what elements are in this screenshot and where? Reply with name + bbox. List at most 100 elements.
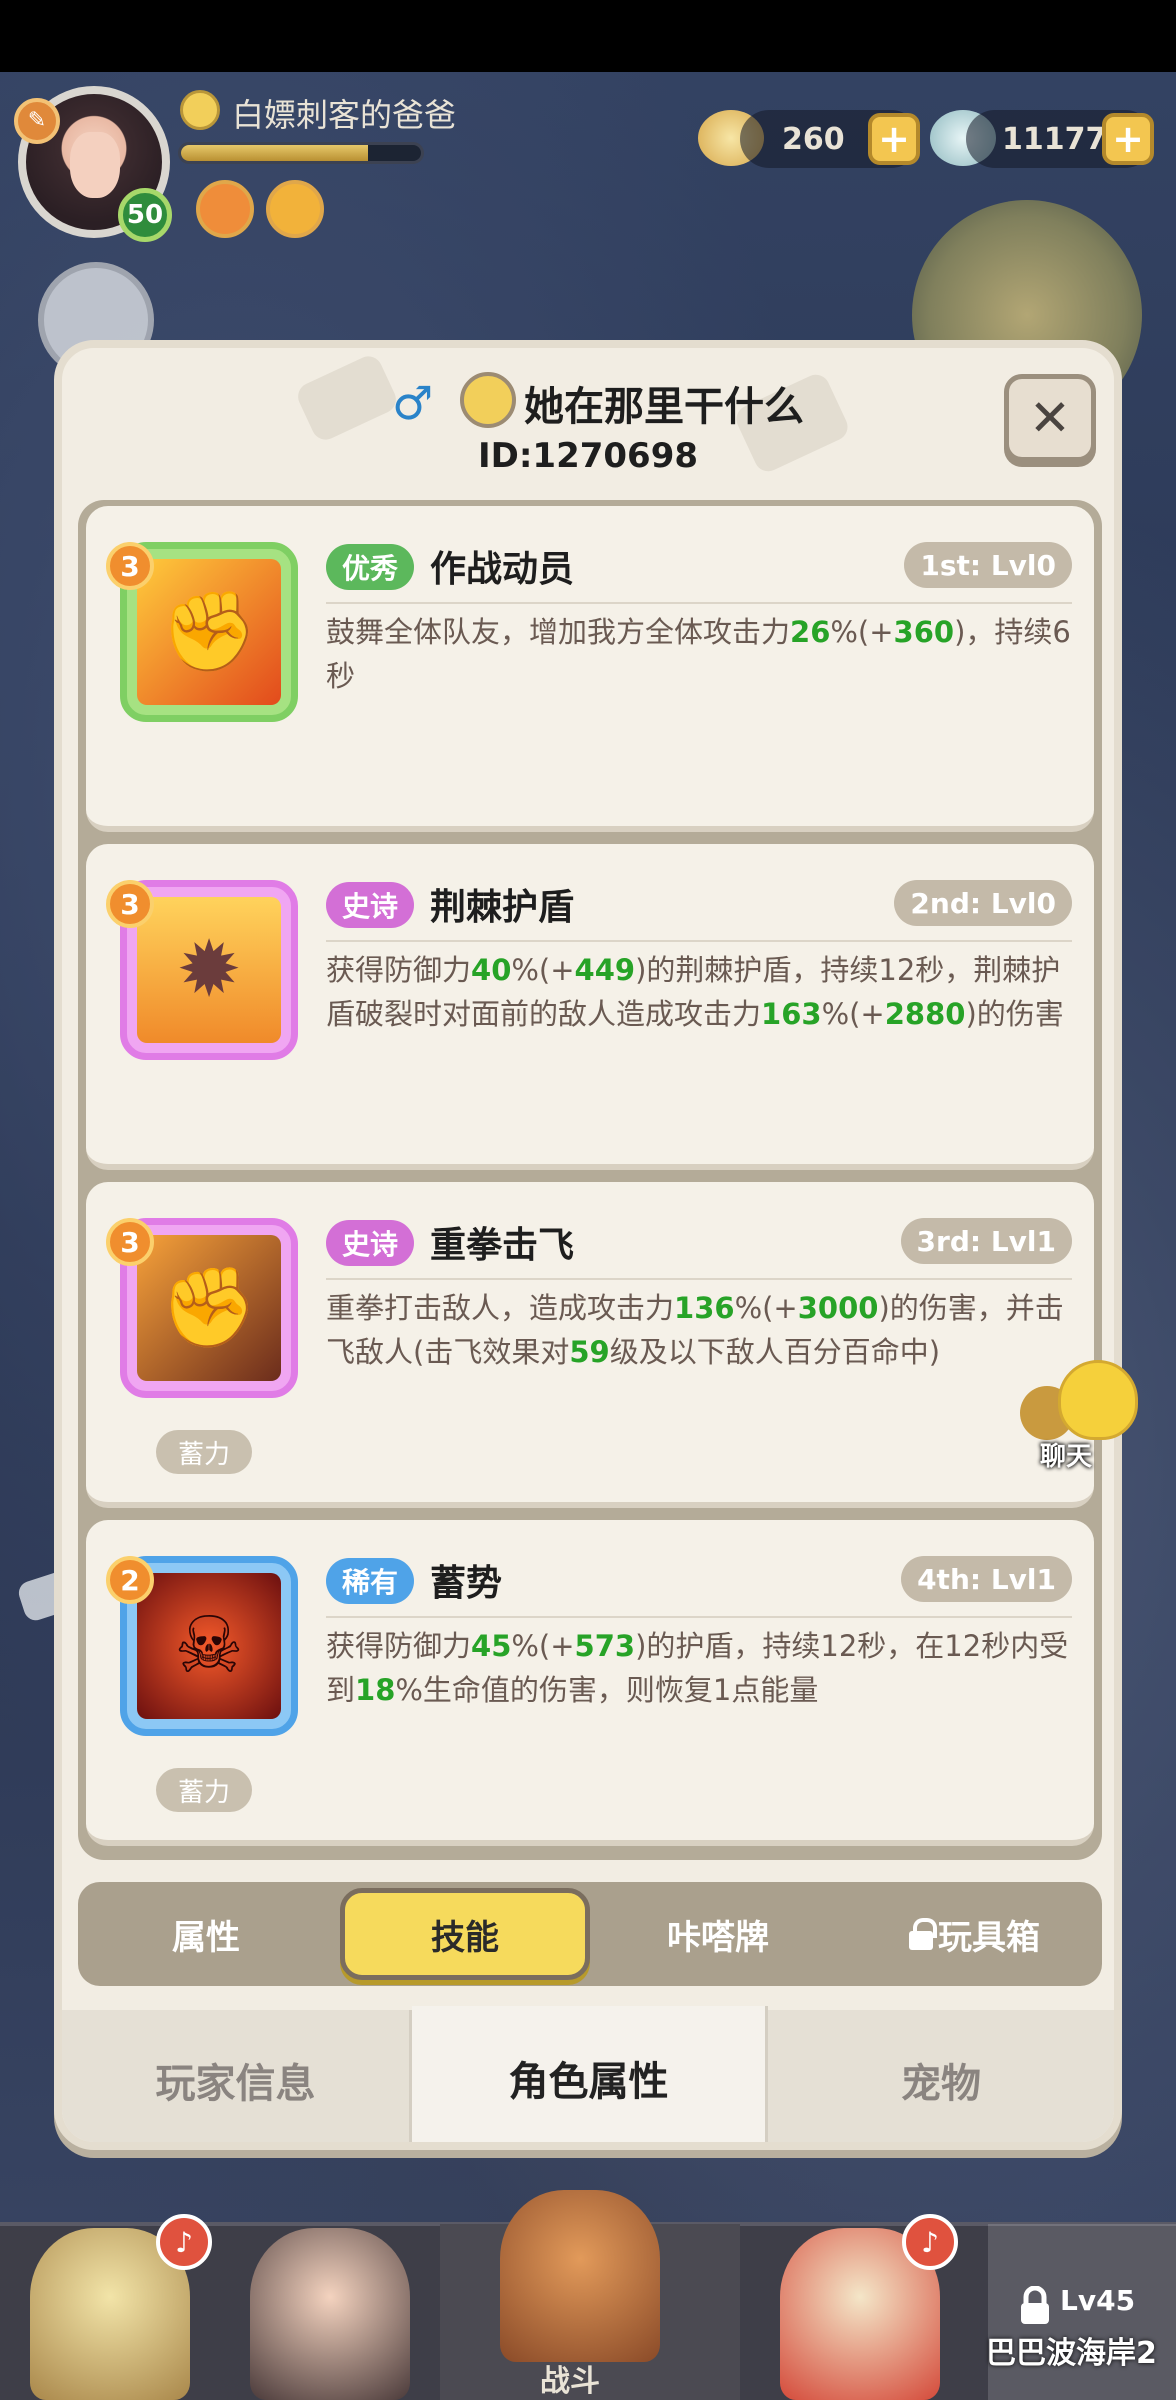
male-gender-icon: ♂ xyxy=(392,376,434,430)
desc-value: 40 xyxy=(471,953,512,987)
skill-star-badge: 2 xyxy=(106,1556,154,1604)
skill-name: 重拳击飞 xyxy=(430,1225,575,1266)
skill-book-icon[interactable]: ✎ xyxy=(14,98,60,144)
info-tab-bar: 属性 技能 咔嗒牌 玩具箱 xyxy=(78,1882,1102,1986)
desc-value: 360 xyxy=(893,615,955,649)
skill-description: 重拳打击敌人，造成攻击力136%(+3000)的伤害，并击飞敌人(击飞效果对59… xyxy=(326,1286,1072,1374)
thorn-shield-skill-icon: ✹ xyxy=(137,897,281,1043)
skill-slot-level: 1st: Lvl0 xyxy=(904,542,1072,588)
divider xyxy=(326,940,1072,942)
skill-slot-level: 3rd: Lvl1 xyxy=(900,1218,1072,1264)
desc-text: 获得防御力 xyxy=(326,1629,472,1663)
skill-description: 获得防御力40%(+449)的荆棘护盾，持续12秒，荆棘护盾破裂时对面前的敌人造… xyxy=(326,948,1072,1036)
skill-name: 荆棘护盾 xyxy=(430,887,575,928)
nav-battle-label: 战斗 xyxy=(540,2364,600,2399)
rarity-badge: 优秀 xyxy=(326,544,415,590)
tab-character-attributes[interactable]: 角色属性 xyxy=(412,2006,768,2142)
dialog-bottom-tabs: 玩家信息 角色属性 宠物 xyxy=(62,2006,1114,2142)
build-up-skill-icon: ☠ xyxy=(137,1573,281,1719)
skill-description: 获得防御力45%(+573)的护盾，持续12秒，在12秒内受到18%生命值的伤害… xyxy=(326,1624,1072,1712)
avatar-face xyxy=(70,132,120,198)
desc-text: %生命值的伤害，则恢复1点能量 xyxy=(395,1673,819,1707)
desc-text: 重拳打击敌人，造成攻击力 xyxy=(326,1291,675,1325)
desc-value: 3000 xyxy=(797,1291,879,1325)
player-id: ID:1270698 xyxy=(477,436,699,476)
charge-tag: 蓄力 xyxy=(156,1768,252,1812)
desc-value: 2880 xyxy=(884,997,966,1031)
tab-toybox-label: 玩具箱 xyxy=(938,1917,1040,1958)
skill-card[interactable]: ☠ 2 稀有 蓄势 4th: Lvl1 获得防御力45%(+573)的护盾，持续… xyxy=(86,1520,1094,1846)
skill-name: 作战动员 xyxy=(430,549,575,590)
chat-label: 聊天 xyxy=(1040,1442,1093,1472)
skill-card[interactable]: ✊ 3 史诗 重拳击飞 3rd: Lvl1 重拳打击敌人，造成攻击力136%(+… xyxy=(86,1182,1094,1508)
notification-bell-icon: ♪ xyxy=(902,2214,958,2270)
desc-value: 163 xyxy=(761,997,822,1031)
desc-text: 级及以下敌人百分百命中) xyxy=(609,1335,941,1369)
desc-value: 59 xyxy=(569,1335,610,1369)
diamond-currency: 111773 + xyxy=(966,110,1154,168)
player-level-badge: 50 xyxy=(118,188,172,242)
desc-text: %(+ xyxy=(734,1291,798,1325)
skill-card[interactable]: ✊ 3 优秀 作战动员 1st: Lvl0 鼓舞全体队友，增加我方全体攻击力26… xyxy=(86,506,1094,832)
tab-pet[interactable]: 宠物 xyxy=(768,2010,1114,2142)
buff-icon[interactable] xyxy=(266,180,324,238)
tab-cards[interactable]: 咔嗒牌 xyxy=(590,1882,846,1986)
skill-list[interactable]: ✊ 3 优秀 作战动员 1st: Lvl0 鼓舞全体队友，增加我方全体攻击力26… xyxy=(78,500,1102,1860)
player-name: 白嫖刺客的爸爸 xyxy=(232,96,457,134)
divider xyxy=(326,602,1072,604)
desc-value: 136 xyxy=(674,1291,735,1325)
desc-value: 26 xyxy=(790,615,831,649)
status-bar xyxy=(0,0,1176,72)
rarity-badge: 稀有 xyxy=(326,1558,415,1604)
skill-description: 鼓舞全体队友，增加我方全体攻击力26%(+360)，持续6秒 xyxy=(326,610,1072,698)
buff-icon[interactable] xyxy=(196,180,254,238)
chat-button[interactable]: 聊天 xyxy=(1020,1360,1150,1472)
power-punch-skill-icon: ✊ xyxy=(137,1235,281,1381)
profile-player-name: 她在那里干什么 xyxy=(524,384,804,430)
chat-face-icon xyxy=(1058,1360,1138,1440)
tab-skills[interactable]: 技能 xyxy=(340,1888,590,1980)
skill-slot-level: 2nd: Lvl0 xyxy=(894,880,1072,926)
skill-star-badge: 3 xyxy=(106,542,154,590)
desc-value: 449 xyxy=(574,953,636,987)
player-emoji-icon xyxy=(180,90,220,130)
notification-bell-icon: ♪ xyxy=(156,2214,212,2270)
lock-icon xyxy=(1021,2286,1049,2324)
desc-text: %(+ xyxy=(511,1629,575,1663)
desc-text: 获得防御力 xyxy=(326,953,472,987)
shell-currency: 260 + xyxy=(740,110,920,168)
player-emoji-icon xyxy=(460,372,516,428)
stage-unlock-level: Lv45 xyxy=(1060,2284,1136,2317)
rarity-badge: 史诗 xyxy=(326,1220,415,1266)
desc-text: %(+ xyxy=(511,953,575,987)
skill-star-badge: 3 xyxy=(106,880,154,928)
lock-icon xyxy=(908,1918,937,1950)
skill-star-badge: 3 xyxy=(106,1218,154,1266)
tab-player-info[interactable]: 玩家信息 xyxy=(62,2010,412,2142)
add-diamond-button[interactable]: + xyxy=(1102,113,1154,165)
rarity-badge: 史诗 xyxy=(326,882,415,928)
battle-totem-icon[interactable] xyxy=(500,2190,660,2362)
divider xyxy=(326,1278,1072,1280)
experience-fill xyxy=(181,145,369,161)
skill-name: 蓄势 xyxy=(430,1563,503,1604)
tab-attributes[interactable]: 属性 xyxy=(78,1882,334,1986)
desc-text: %(+ xyxy=(821,997,885,1031)
tab-toybox[interactable]: 玩具箱 xyxy=(846,1882,1102,1986)
desc-text: )的伤害 xyxy=(965,997,1064,1031)
divider xyxy=(326,1616,1072,1618)
add-shell-button[interactable]: + xyxy=(868,113,920,165)
shell-count: 260 xyxy=(782,121,845,157)
desc-text: %(+ xyxy=(830,615,894,649)
desc-text: 鼓舞全体队友，增加我方全体攻击力 xyxy=(326,615,791,649)
charge-tag: 蓄力 xyxy=(156,1430,252,1474)
desc-value: 18 xyxy=(355,1673,396,1707)
stage-name: 巴巴波海岸2 xyxy=(986,2336,1157,2371)
close-button[interactable]: ✕ xyxy=(1004,374,1096,462)
skill-card[interactable]: ✹ 3 史诗 荆棘护盾 2nd: Lvl0 获得防御力40%(+449)的荆棘护… xyxy=(86,844,1094,1170)
skill-slot-level: 4th: Lvl1 xyxy=(901,1556,1072,1602)
desc-value: 45 xyxy=(471,1629,512,1663)
nav-character-2[interactable] xyxy=(250,2228,410,2400)
dialog-header: ♂ 她在那里干什么 ID:1270698 ✕ xyxy=(62,348,1114,488)
desc-value: 573 xyxy=(574,1629,636,1663)
